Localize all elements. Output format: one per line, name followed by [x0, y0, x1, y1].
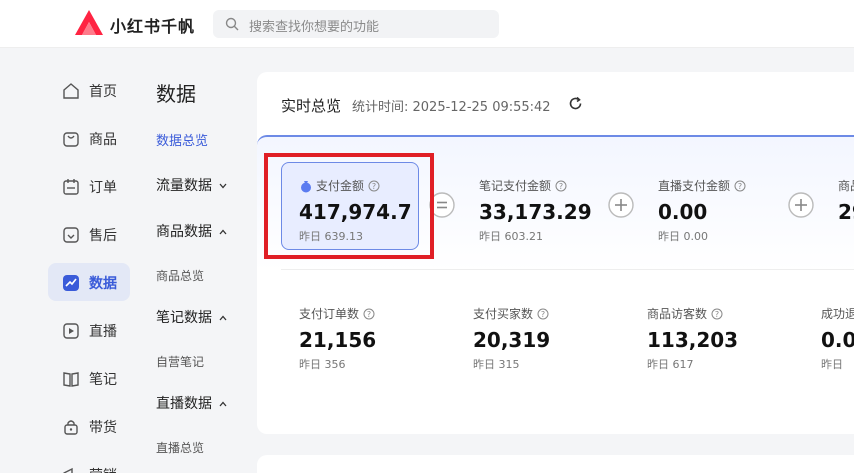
subnav-group-label: 流量数据: [156, 178, 212, 194]
svg-text:?: ?: [367, 310, 371, 319]
sidebar-item-label: 首页: [89, 84, 117, 100]
sidebar-item-after-sales[interactable]: 售后: [48, 215, 130, 253]
question-icon[interactable]: ?: [734, 180, 746, 192]
metric-yesterday: 昨日 0.00: [658, 230, 708, 243]
metric-name: 笔记支付金额: [479, 179, 552, 193]
marketing-icon: [63, 467, 73, 473]
metric-paid-orders[interactable]: 支付订单数? 21,156 昨日 356: [299, 305, 376, 372]
subnav-group-products[interactable]: 商品数据: [156, 221, 228, 241]
question-icon[interactable]: ?: [711, 308, 723, 320]
sub-navigation: 数据 数据总览 流量数据 商品数据 商品总览 笔记数据 自营笔记 直播数据 直播…: [140, 48, 256, 473]
search-placeholder[interactable]: 搜索查找你想要的功能: [249, 16, 379, 35]
chevron-up-icon: [219, 315, 227, 321]
subnav-group-label: 笔记数据: [156, 310, 212, 326]
bag-icon: [63, 132, 79, 147]
metric-value: 0.00: [658, 200, 708, 224]
metric-live-payment[interactable]: 直播支付金额? 0.00 昨日 0.00: [658, 177, 746, 244]
subnav-item-product-overview[interactable]: 商品总览: [156, 267, 204, 284]
book-icon: [63, 372, 79, 387]
question-icon[interactable]: ?: [555, 180, 567, 192]
plus-icon: [788, 192, 814, 218]
chevron-down-icon: [219, 183, 227, 189]
metric-yesterday: 昨日 617: [647, 358, 694, 371]
sidebar-item-label: 数据: [89, 276, 117, 292]
question-icon[interactable]: ?: [537, 308, 549, 320]
subnav-item-live-overview[interactable]: 直播总览: [156, 439, 204, 456]
metric-yesterday: 昨日 315: [473, 358, 520, 371]
logo-icon[interactable]: [72, 8, 106, 38]
top-bar: 小红书千帆 搜索查找你想要的功能: [0, 0, 854, 48]
svg-text:?: ?: [715, 310, 719, 319]
stat-time: 统计时间: 2025-12-25 09:55:42: [352, 100, 551, 115]
live-icon: [63, 323, 79, 339]
metric-value: 20,319: [473, 328, 551, 352]
metric-yesterday: 昨日: [821, 358, 843, 371]
chevron-up-icon: [219, 401, 227, 407]
svg-text:?: ?: [541, 310, 545, 319]
divider: [281, 269, 854, 270]
subnav-group-label: 商品数据: [156, 224, 212, 240]
home-icon: [63, 83, 79, 99]
sidebar-item-label: 直播: [89, 324, 117, 340]
search-icon: [225, 17, 239, 31]
metric-name: 支付买家数: [473, 307, 534, 321]
next-panel: [257, 455, 854, 473]
metric-yesterday: 昨日 603.21: [479, 230, 543, 243]
after-sales-icon: [63, 227, 79, 243]
sidebar-item-label: 营销: [89, 465, 117, 473]
metric-value: 21,156: [299, 328, 377, 352]
search-bar[interactable]: 搜索查找你想要的功能: [213, 10, 499, 38]
sidebar-item-sales[interactable]: 带货: [48, 407, 130, 445]
subnav-group-traffic[interactable]: 流量数据: [156, 175, 228, 195]
metric-name: 商品: [838, 179, 854, 193]
subnav-item-data-overview[interactable]: 数据总览: [156, 130, 208, 149]
highlight-annotation-box: [264, 153, 434, 259]
subnav-group-notes[interactable]: 笔记数据: [156, 307, 228, 327]
metric-name: 直播支付金额: [658, 179, 731, 193]
sidebar-item-data[interactable]: 数据: [48, 263, 130, 301]
sidebar: 首页 商品 订单 售后 数据 直播 笔记 带货 营销: [0, 48, 140, 473]
sidebar-item-label: 订单: [89, 180, 117, 196]
svg-text:?: ?: [559, 182, 563, 191]
brand-name[interactable]: 小红书千帆: [110, 13, 195, 37]
metric-name: 商品访客数: [647, 307, 708, 321]
metric-value: 33,173.29: [479, 200, 592, 224]
metric-paid-buyers[interactable]: 支付买家数? 20,319 昨日 315: [473, 305, 550, 372]
sidebar-item-label: 笔记: [89, 372, 117, 388]
sidebar-item-label: 带货: [89, 420, 117, 436]
sidebar-item-products[interactable]: 商品: [48, 119, 130, 157]
lock-bag-icon: [64, 420, 78, 435]
realtime-title: 实时总览: [281, 97, 342, 115]
subnav-group-live[interactable]: 直播数据: [156, 393, 228, 413]
sidebar-item-home[interactable]: 首页: [48, 71, 130, 109]
question-icon[interactable]: ?: [363, 308, 375, 320]
chevron-up-icon: [219, 229, 227, 235]
metric-yesterday: 昨日 356: [299, 358, 346, 371]
sidebar-item-orders[interactable]: 订单: [48, 167, 130, 205]
data-chart-icon: [63, 275, 79, 291]
sidebar-item-live[interactable]: 直播: [48, 311, 130, 349]
subnav-group-label: 直播数据: [156, 396, 212, 412]
metric-value: 29: [838, 200, 854, 224]
metric-value: 0.00: [821, 328, 854, 352]
order-icon: [63, 179, 79, 195]
metric-product-visitors[interactable]: 商品访客数? 113,203 昨日 617: [647, 305, 738, 372]
sidebar-item-label: 售后: [89, 228, 117, 244]
metric-refunds[interactable]: 成功退 0.00 昨日: [821, 305, 854, 372]
subnav-item-own-notes[interactable]: 自营笔记: [156, 353, 204, 370]
metric-product-payment[interactable]: 商品 29: [838, 177, 854, 228]
refresh-icon[interactable]: [568, 96, 583, 111]
sidebar-item-label: 商品: [89, 132, 117, 148]
metric-value: 113,203: [647, 328, 739, 352]
sidebar-item-marketing[interactable]: 营销: [48, 455, 130, 473]
svg-text:?: ?: [738, 182, 742, 191]
metric-name: 成功退: [821, 307, 854, 321]
subnav-title: 数据: [156, 82, 196, 106]
sidebar-item-notes[interactable]: 笔记: [48, 359, 130, 397]
metric-name: 支付订单数: [299, 307, 360, 321]
plus-icon: [608, 192, 634, 218]
metric-note-payment[interactable]: 笔记支付金额? 33,173.29 昨日 603.21: [479, 177, 592, 244]
